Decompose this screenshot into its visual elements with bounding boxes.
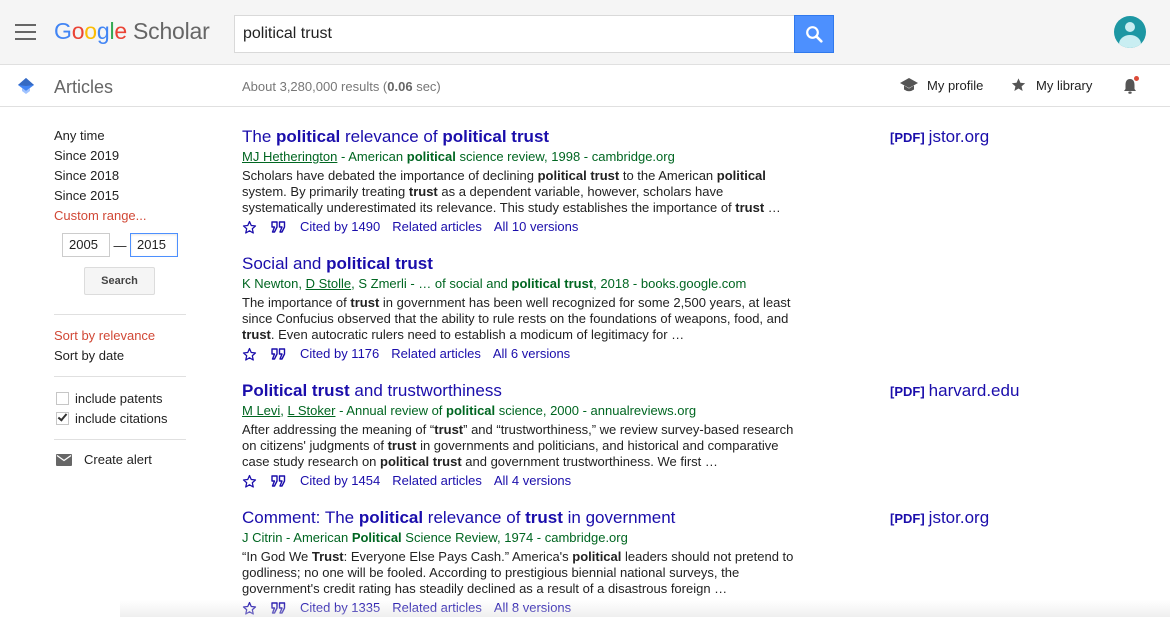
create-alert-link[interactable]: Create alert xyxy=(56,452,152,467)
include-patents-checkbox[interactable]: include patents xyxy=(56,391,162,406)
range-search-button[interactable]: Search xyxy=(84,267,155,295)
star-icon xyxy=(1011,78,1026,91)
related-articles-link[interactable]: Related articles xyxy=(392,472,482,490)
checkbox-checked[interactable] xyxy=(56,411,69,425)
cited-by-link[interactable]: Cited by 1335 xyxy=(300,599,380,617)
pdf-tag: [PDF] xyxy=(890,130,925,145)
related-articles-link[interactable]: Related articles xyxy=(392,218,482,236)
save-star-icon[interactable] xyxy=(242,220,257,235)
notification-dot xyxy=(1134,76,1139,81)
pdf-tag: [PDF] xyxy=(890,511,925,526)
sort-by-date[interactable]: Sort by date xyxy=(54,346,124,366)
filter-since-2018[interactable]: Since 2018 xyxy=(54,166,119,186)
mail-icon xyxy=(56,453,72,466)
year-to-input[interactable]: 2015 xyxy=(130,233,178,257)
google-scholar-logo[interactable]: Google Scholar xyxy=(54,18,210,45)
sidebar-divider xyxy=(54,439,186,440)
results-count: About 3,280,000 results (0.06 sec) xyxy=(242,79,441,94)
scholar-cap-icon xyxy=(18,78,34,94)
sidebar-divider xyxy=(54,376,186,377)
filter-custom-range[interactable]: Custom range... xyxy=(54,206,147,226)
related-articles-link[interactable]: Related articles xyxy=(391,345,481,363)
my-library-link[interactable]: My library xyxy=(1010,77,1092,93)
filter-any-time[interactable]: Any time xyxy=(54,126,105,146)
pdf-link[interactable]: [PDF] jstor.org xyxy=(890,508,989,528)
include-citations-checkbox[interactable]: include citations xyxy=(56,411,168,426)
search-button[interactable] xyxy=(794,15,834,53)
result-authors-source: MJ Hetherington - American political sci… xyxy=(242,149,675,164)
result-snippet: The importance of trust in government ha… xyxy=(242,295,791,342)
save-star-icon[interactable] xyxy=(242,474,257,489)
save-star-icon[interactable] xyxy=(242,601,257,616)
all-versions-link[interactable]: All 10 versions xyxy=(494,218,579,236)
result-title-link[interactable]: Comment: The political relevance of trus… xyxy=(242,508,802,528)
sidebar-divider xyxy=(54,314,186,315)
result-snippet: After addressing the meaning of “trust” … xyxy=(242,422,794,469)
related-articles-link[interactable]: Related articles xyxy=(392,599,482,617)
result-title-link[interactable]: Social and political trust xyxy=(242,254,802,274)
cite-quote-icon[interactable] xyxy=(271,346,286,362)
hamburger-menu-icon[interactable] xyxy=(15,24,36,40)
search-result: Social and political trust K Newton, D St… xyxy=(242,254,802,363)
all-versions-link[interactable]: All 4 versions xyxy=(494,472,571,490)
range-dash: — xyxy=(113,237,127,253)
cite-quote-icon[interactable] xyxy=(271,219,286,235)
checkbox[interactable] xyxy=(56,392,69,405)
author-link[interactable]: M Levi xyxy=(242,403,280,418)
search-result: Political trust and trustworthiness M Lev… xyxy=(242,381,802,490)
filter-since-2019[interactable]: Since 2019 xyxy=(54,146,119,166)
pdf-tag: [PDF] xyxy=(890,384,925,399)
author-link[interactable]: L Stoker xyxy=(288,403,336,418)
search-icon xyxy=(806,26,823,43)
search-input[interactable]: political trust xyxy=(234,15,795,53)
my-profile-link[interactable]: My profile xyxy=(900,77,983,93)
cited-by-link[interactable]: Cited by 1176 xyxy=(300,345,379,363)
result-actions: Cited by 1335 Related articles All 8 versi… xyxy=(242,599,802,617)
result-authors-source: J Citrin - American Political Science Re… xyxy=(242,530,628,545)
pdf-source: jstor.org xyxy=(928,127,990,146)
cited-by-link[interactable]: Cited by 1454 xyxy=(300,472,380,490)
cited-by-link[interactable]: Cited by 1490 xyxy=(300,218,380,236)
year-from-input[interactable]: 2005 xyxy=(62,233,110,257)
result-authors-source: M Levi, L Stoker - Annual review of poli… xyxy=(242,403,697,418)
result-authors-source: K Newton, D Stolle, S Zmerli - … of soci… xyxy=(242,276,747,291)
result-title-link[interactable]: The political relevance of political tru… xyxy=(242,127,802,147)
cite-quote-icon[interactable] xyxy=(271,473,286,489)
result-actions: Cited by 1490 Related articles All 10 vers… xyxy=(242,218,802,236)
sort-by-relevance[interactable]: Sort by relevance xyxy=(54,326,155,346)
graduation-cap-icon xyxy=(900,78,918,92)
author-link[interactable]: MJ Hetherington xyxy=(242,149,337,164)
pdf-link[interactable]: [PDF] jstor.org xyxy=(890,127,989,147)
all-versions-link[interactable]: All 8 versions xyxy=(494,599,571,617)
section-title: Articles xyxy=(54,77,114,97)
result-title-link[interactable]: Political trust and trustworthiness xyxy=(242,381,802,401)
pdf-link[interactable]: [PDF] harvard.edu xyxy=(890,381,1019,401)
pdf-source: jstor.org xyxy=(928,508,990,527)
pdf-source: harvard.edu xyxy=(928,381,1020,400)
result-actions: Cited by 1454 Related articles All 4 versi… xyxy=(242,472,802,490)
filter-since-2015[interactable]: Since 2015 xyxy=(54,186,119,206)
result-snippet: “In God We Trust: Everyone Else Pays Cas… xyxy=(242,549,794,596)
result-snippet: Scholars have debated the importance of … xyxy=(242,168,781,215)
custom-range-inputs: 2005 — 2015 xyxy=(62,233,178,257)
result-actions: Cited by 1176 Related articles All 6 versi… xyxy=(242,345,802,363)
search-result: The political relevance of political tru… xyxy=(242,127,802,236)
cite-quote-icon[interactable] xyxy=(271,600,286,616)
search-result: Comment: The political relevance of trus… xyxy=(242,508,802,617)
section-bar: Articles About 3,280,000 results (0.06 s… xyxy=(0,65,1170,107)
save-star-icon[interactable] xyxy=(242,347,257,362)
account-avatar[interactable] xyxy=(1114,16,1146,48)
all-versions-link[interactable]: All 6 versions xyxy=(493,345,570,363)
author-link[interactable]: D Stolle xyxy=(306,276,352,291)
top-bar: Google Scholar political trust xyxy=(0,0,1170,65)
